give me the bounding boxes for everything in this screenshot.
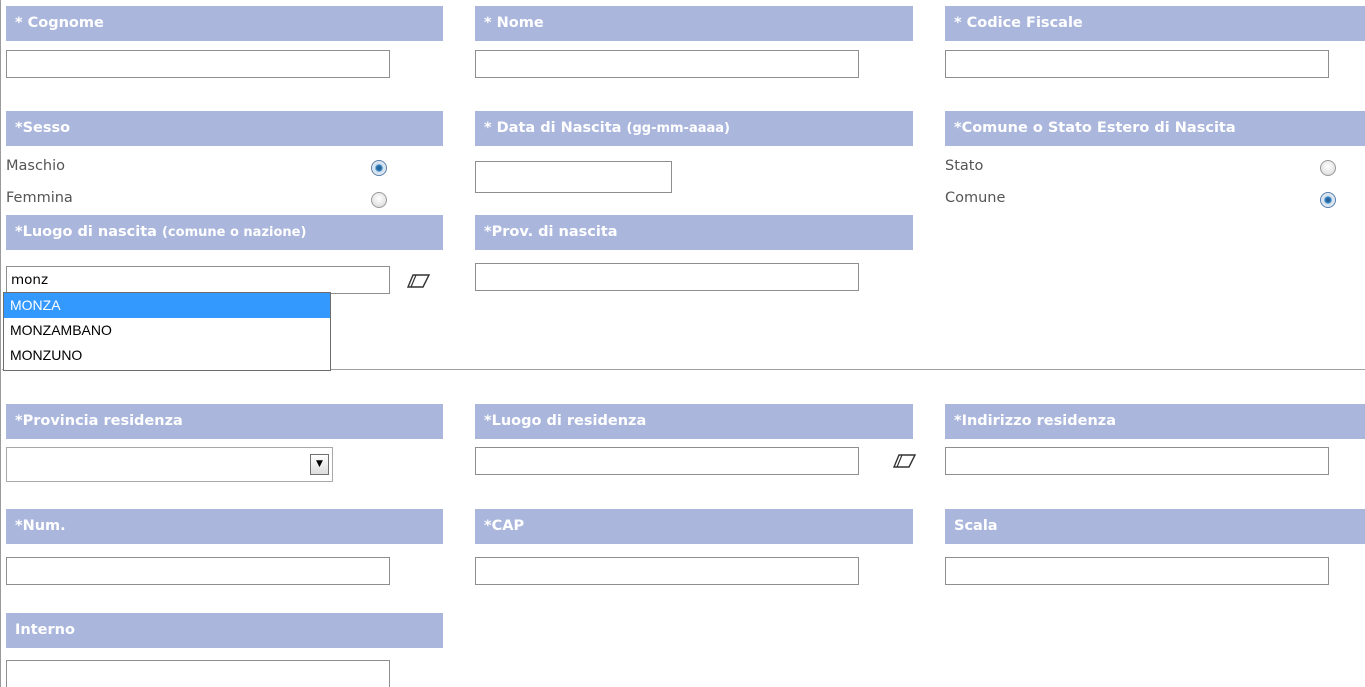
cognome-input[interactable]: [6, 50, 390, 78]
luogo-residenza-input[interactable]: [475, 447, 859, 475]
eraser-icon[interactable]: [893, 453, 917, 469]
cognome-label: * Cognome: [15, 15, 104, 31]
nome-input[interactable]: [475, 50, 859, 78]
data-nascita-label: * Data di Nascita: [484, 120, 622, 136]
data-nascita-header: * Data di Nascita (gg-mm-aaaa): [475, 111, 913, 146]
comune-stato-header: *Comune o Stato Estero di Nascita: [945, 111, 1365, 146]
stato-label: Stato: [945, 158, 984, 174]
sesso-label: *Sesso: [15, 120, 71, 136]
luogo-residenza-label: *Luogo di residenza: [484, 413, 647, 429]
luogo-nascita-header: *Luogo di nascita (comune o nazione): [6, 215, 443, 250]
sesso-header: *Sesso: [6, 111, 443, 146]
femmina-label: Femmina: [6, 190, 73, 206]
scala-label: Scala: [954, 518, 998, 534]
cap-header: *CAP: [475, 509, 913, 544]
luogo-nascita-input[interactable]: [6, 266, 390, 294]
indirizzo-residenza-header: *Indirizzo residenza: [945, 404, 1365, 439]
interno-header: Interno: [6, 613, 443, 648]
num-header: *Num.: [6, 509, 443, 544]
scala-header: Scala: [945, 509, 1365, 544]
nome-header: * Nome: [475, 6, 913, 41]
luogo-nascita-label: *Luogo di nascita: [15, 224, 157, 240]
interno-label: Interno: [15, 622, 75, 638]
maschio-radio[interactable]: [371, 160, 387, 176]
luogo-nascita-note: (comune o nazione): [161, 225, 307, 240]
cognome-header: * Cognome: [6, 6, 443, 41]
luogo-nascita-suggestions: MONZA MONZAMBANO MONZUNO: [3, 292, 331, 371]
provincia-residenza-select[interactable]: ▼: [6, 447, 333, 482]
data-nascita-input[interactable]: [475, 161, 672, 193]
luogo-residenza-header: *Luogo di residenza: [475, 404, 913, 439]
comune-label: Comune: [945, 190, 1006, 206]
num-input[interactable]: [6, 557, 390, 585]
suggestion-item[interactable]: MONZAMBANO: [4, 318, 330, 343]
provincia-residenza-label: *Provincia residenza: [15, 413, 183, 429]
maschio-label: Maschio: [6, 158, 66, 174]
scala-input[interactable]: [945, 557, 1329, 585]
femmina-radio[interactable]: [371, 192, 387, 208]
suggestion-item[interactable]: MONZA: [4, 293, 330, 318]
indirizzo-residenza-label: *Indirizzo residenza: [954, 413, 1117, 429]
left-border: [0, 0, 1, 687]
comune-radio[interactable]: [1320, 192, 1336, 208]
cap-input[interactable]: [475, 557, 859, 585]
interno-input[interactable]: [6, 660, 390, 687]
chevron-down-icon[interactable]: ▼: [310, 454, 329, 475]
num-label: *Num.: [15, 518, 66, 534]
provincia-residenza-header: *Provincia residenza: [6, 404, 443, 439]
eraser-icon[interactable]: [407, 273, 431, 289]
comune-stato-label: *Comune o Stato Estero di Nascita: [954, 120, 1236, 136]
codice-fiscale-label: * Codice Fiscale: [954, 15, 1083, 31]
stato-radio[interactable]: [1320, 160, 1336, 176]
prov-nascita-input[interactable]: [475, 263, 859, 291]
cap-label: *CAP: [484, 518, 525, 534]
nome-label: * Nome: [484, 15, 544, 31]
indirizzo-residenza-input[interactable]: [945, 447, 1329, 475]
data-nascita-format: (gg-mm-aaaa): [626, 121, 730, 136]
prov-nascita-label: *Prov. di nascita: [484, 224, 618, 240]
prov-nascita-header: *Prov. di nascita: [475, 215, 913, 250]
suggestion-item[interactable]: MONZUNO: [4, 343, 330, 368]
codice-fiscale-header: * Codice Fiscale: [945, 6, 1365, 41]
codice-fiscale-input[interactable]: [945, 50, 1329, 78]
